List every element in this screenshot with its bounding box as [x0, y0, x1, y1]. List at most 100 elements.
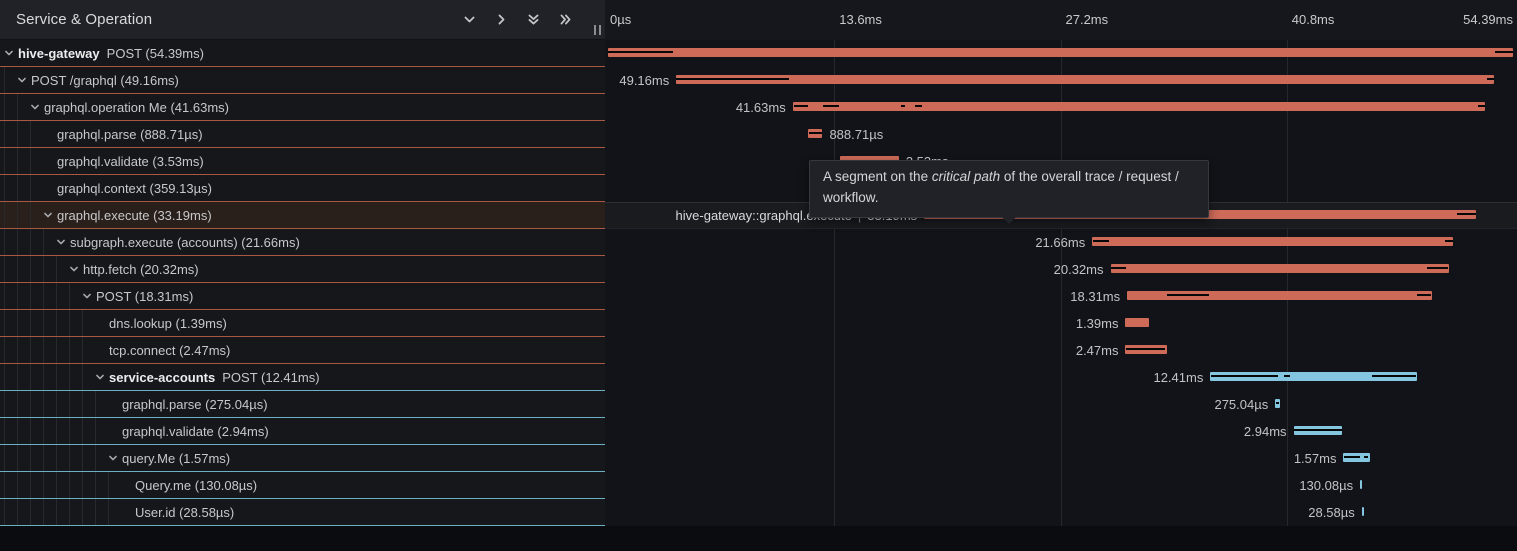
span-row-graphql-context-359-13-s[interactable]: graphql.context (359.13µs): [0, 175, 605, 202]
critical-path-segment: [915, 105, 922, 107]
collapse-chevron-icon[interactable]: [69, 264, 83, 274]
span-bar[interactable]: [1362, 507, 1364, 516]
span-bar[interactable]: [608, 48, 1513, 57]
span-bar[interactable]: [676, 75, 1494, 84]
span-bar[interactable]: [793, 102, 1486, 111]
panel-title: Service & Operation: [16, 11, 152, 28]
operation-name: POST (18.31ms): [96, 289, 193, 304]
axis-tick-label: 40.8ms: [1292, 12, 1335, 27]
critical-path-segment: [1126, 348, 1165, 350]
expand-all-button[interactable]: [557, 12, 573, 28]
indent-guide: [43, 391, 56, 417]
indent-guide: [56, 283, 69, 309]
span-track: 2.47ms: [608, 337, 1513, 364]
indent-guide: [82, 337, 95, 363]
tooltip-emphasis: critical path: [932, 169, 1000, 184]
indent-guide: [4, 256, 17, 282]
timeline-axis: 0µs13.6ms27.2ms40.8ms54.39ms: [605, 0, 1517, 40]
duration-label: 49.16ms: [619, 67, 676, 94]
critical-path-segment: [1093, 240, 1109, 242]
span-row-user-id-28-58-s[interactable]: User.id (28.58µs): [0, 499, 605, 526]
axis-tick-label: 27.2ms: [1066, 12, 1109, 27]
indent-guide: [17, 337, 30, 363]
critical-path-segment: [794, 105, 808, 107]
span-bar[interactable]: [1092, 237, 1452, 246]
indent-guide: [17, 364, 30, 390]
timeline-panel: 0µs13.6ms27.2ms40.8ms54.39ms 49.16ms41.6…: [605, 0, 1517, 526]
span-row-graphql-parse-275-04-s[interactable]: graphql.parse (275.04µs): [0, 391, 605, 418]
indent-guide: [30, 472, 43, 498]
span-bar[interactable]: [1111, 264, 1449, 273]
collapse-chevron-icon[interactable]: [43, 210, 57, 220]
indent-guide: [30, 148, 43, 174]
indent-guide: [4, 472, 17, 498]
span-row-graphql-validate-3-53ms[interactable]: graphql.validate (3.53ms): [0, 148, 605, 175]
indent-guide: [69, 472, 82, 498]
span-bar[interactable]: [1125, 318, 1148, 327]
indent-guide: [30, 256, 43, 282]
indent-guide: [30, 391, 43, 417]
indent-guide: [82, 445, 95, 471]
indent-guide: [56, 418, 69, 444]
indent-guide: [82, 391, 95, 417]
indent-guide: [95, 445, 108, 471]
collapse-chevron-icon[interactable]: [4, 48, 18, 58]
critical-path-segment: [1445, 240, 1453, 242]
span-row-http-fetch-20-32ms[interactable]: http.fetch (20.32ms): [0, 256, 605, 283]
operation-name: Query.me (130.08µs): [135, 478, 257, 493]
indent-guide: [43, 418, 56, 444]
duration-label: 1.57ms: [1294, 445, 1344, 472]
timeline-row-user-id-28-58-s: 28.58µs: [605, 499, 1517, 526]
indent-guide: [43, 364, 56, 390]
span-row-post-18-31ms[interactable]: POST (18.31ms): [0, 283, 605, 310]
service-name: hive-gateway: [18, 46, 100, 61]
double-chevron-right-icon: [559, 13, 572, 26]
indent-guide: [17, 418, 30, 444]
span-row-query-me-130-08-s[interactable]: Query.me (130.08µs): [0, 472, 605, 499]
span-track: 1.57ms: [608, 445, 1513, 472]
span-row-hive-gateway-post-54-39ms[interactable]: hive-gatewayPOST (54.39ms): [0, 40, 605, 67]
collapse-one-button[interactable]: [461, 12, 477, 28]
collapse-chevron-icon[interactable]: [30, 102, 44, 112]
operation-name: subgraph.execute (accounts) (21.66ms): [70, 235, 300, 250]
collapse-chevron-icon[interactable]: [56, 237, 70, 247]
timeline-row-post-graphql-49-16ms: 49.16ms: [605, 67, 1517, 94]
span-row-dns-lookup-1-39ms[interactable]: dns.lookup (1.39ms): [0, 310, 605, 337]
span-name-rows: hive-gatewayPOST (54.39ms)POST /graphql …: [0, 40, 605, 526]
duration-label: 21.66ms: [1035, 229, 1092, 256]
span-row-service-accounts-post-12-41ms[interactable]: service-accountsPOST (12.41ms): [0, 364, 605, 391]
axis-tick-label: 54.39ms: [1463, 12, 1513, 27]
span-row-graphql-operation-me-41-63ms[interactable]: graphql.operation Me (41.63ms): [0, 94, 605, 121]
span-row-tcp-connect-2-47ms[interactable]: tcp.connect (2.47ms): [0, 337, 605, 364]
collapse-chevron-icon[interactable]: [82, 291, 96, 301]
indent-guide: [17, 148, 30, 174]
critical-path-segment: [1427, 267, 1449, 269]
expand-one-button[interactable]: [493, 12, 509, 28]
indent-guide: [69, 445, 82, 471]
indent-guide: [69, 499, 82, 525]
span-row-graphql-execute-33-19ms[interactable]: graphql.execute (33.19ms): [0, 202, 605, 229]
timeline-row-graphql-validate-2-94ms: 2.94ms: [605, 418, 1517, 445]
indent-guide: [17, 202, 30, 228]
critical-path-segment: [823, 105, 840, 107]
collapse-chevron-icon[interactable]: [108, 453, 122, 463]
span-row-subgraph-execute-accounts-21-66ms[interactable]: subgraph.execute (accounts) (21.66ms): [0, 229, 605, 256]
column-resize-grip[interactable]: [594, 25, 601, 35]
indent-guide: [82, 418, 95, 444]
duration-label: 275.04µs: [1214, 391, 1275, 418]
span-row-post-graphql-49-16ms[interactable]: POST /graphql (49.16ms): [0, 67, 605, 94]
indent-guide: [4, 391, 17, 417]
critical-path-segment: [1457, 213, 1477, 215]
span-row-graphql-validate-2-94ms[interactable]: graphql.validate (2.94ms): [0, 418, 605, 445]
span-row-graphql-parse-888-71-s[interactable]: graphql.parse (888.71µs): [0, 121, 605, 148]
collapse-chevron-icon[interactable]: [95, 372, 109, 382]
span-row-query-me-1-57ms[interactable]: query.Me (1.57ms): [0, 445, 605, 472]
indent-guide: [95, 391, 108, 417]
critical-path-segment: [809, 132, 822, 134]
collapse-all-button[interactable]: [525, 12, 541, 28]
collapse-chevron-icon[interactable]: [17, 75, 31, 85]
timeline-row-dns-lookup-1-39ms: 1.39ms: [605, 310, 1517, 337]
indent-guide: [95, 418, 108, 444]
span-bar[interactable]: [1360, 480, 1362, 489]
indent-guide: [4, 148, 17, 174]
